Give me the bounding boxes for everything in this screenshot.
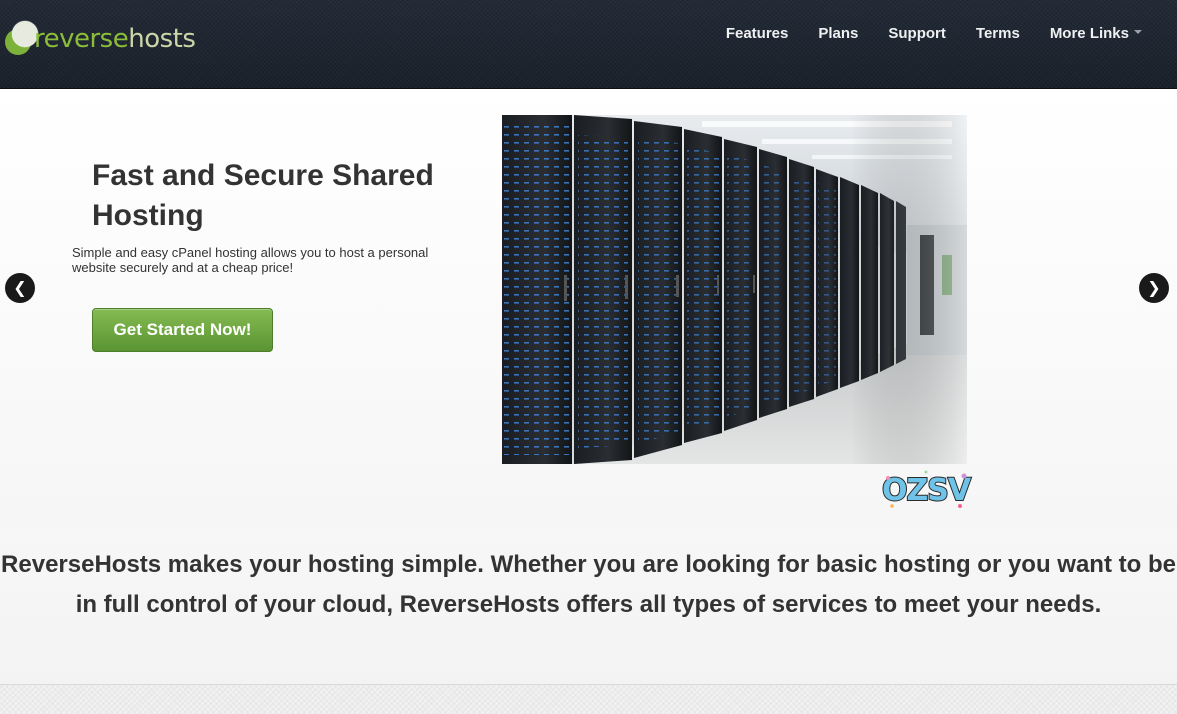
logo-text-hosts: hosts — [128, 24, 196, 54]
logo-text-reverse: reverse — [34, 24, 129, 54]
navbar: reversehosts Features Plans Support Term… — [0, 0, 1177, 89]
hero-subtitle: Simple and easy cPanel hosting allows yo… — [72, 245, 429, 275]
nav-features[interactable]: Features — [711, 22, 804, 45]
intro-text: ReverseHosts makes your hosting simple. … — [1, 551, 1176, 618]
server-racks-photo — [502, 115, 967, 464]
main-nav: Features Plans Support Terms More Links — [711, 22, 1157, 45]
nav-support[interactable]: Support — [873, 22, 961, 45]
carousel-next-button[interactable]: ❯ — [1139, 273, 1169, 303]
hero-carousel: ❮ Fast and Secure Shared Hosting Simple … — [0, 89, 1177, 529]
nav-more-links-dropdown[interactable]: More Links — [1035, 22, 1157, 45]
carousel-prev-button[interactable]: ❮ — [5, 273, 35, 303]
caret-down-icon — [1134, 30, 1142, 35]
nav-plans[interactable]: Plans — [803, 22, 873, 45]
intro-section: ReverseHosts makes your hosting simple. … — [0, 529, 1177, 684]
get-started-button[interactable]: Get Started Now! — [92, 308, 273, 352]
site-logo[interactable]: reversehosts — [4, 20, 204, 60]
server-racks-image — [502, 115, 967, 464]
logo-text: reversehosts — [34, 24, 196, 54]
ozsv-sticker-badge: OZSV — [881, 470, 974, 509]
nav-terms[interactable]: Terms — [961, 22, 1035, 45]
section-divider — [0, 684, 1177, 714]
hero-title: Fast and Secure Shared Hosting — [92, 159, 434, 232]
nav-more-links-label: More Links — [1049, 25, 1129, 42]
svg-text:OZSV: OZSV — [882, 473, 972, 508]
